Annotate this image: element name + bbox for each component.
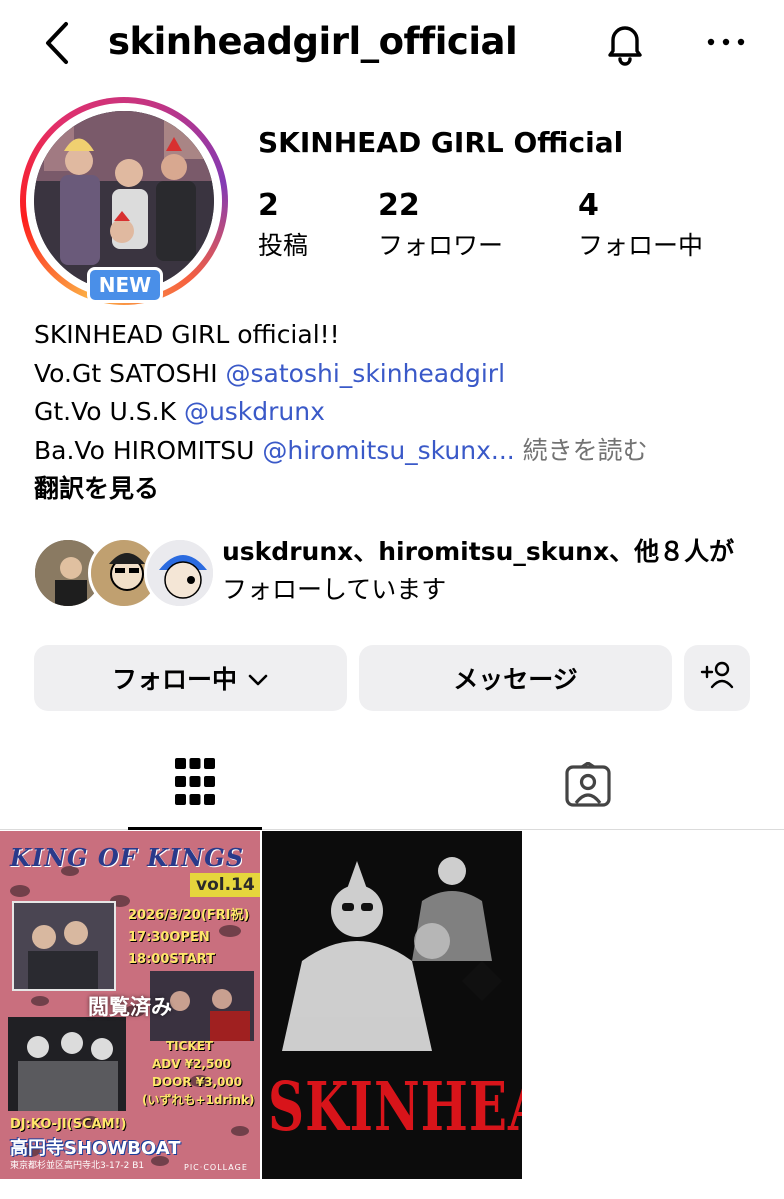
flyer-band-photo <box>12 901 116 991</box>
new-badge: NEW <box>87 267 163 303</box>
mutual-followers-avatars[interactable] <box>32 537 216 609</box>
mention-link[interactable]: @uskdrunx <box>184 397 325 426</box>
back-arrow-icon[interactable] <box>38 18 78 68</box>
post-flyer-title: KING OF KINGS <box>10 843 245 872</box>
see-translation-link[interactable]: 翻訳を見る <box>34 470 764 509</box>
mutual-followers-names: uskdrunx、hiromitsu_skunx、他８人が <box>222 537 735 566</box>
mention-link[interactable]: @hiromitsu_skunx... <box>262 436 514 465</box>
post-thumbnail[interactable]: KING OF KINGS vol.14 2026/3/20(FRI祝) 17:… <box>0 831 260 1179</box>
profile-header: skinheadgirl_official <box>0 0 784 90</box>
bio-line: SKINHEAD GIRL official!! <box>34 320 340 349</box>
add-person-icon <box>700 660 734 696</box>
flyer-ticket-info: TICKET ADV ¥2,500 DOOR ¥3,000 (いずれも+1dri… <box>142 1039 255 1107</box>
stat-followers-label: フォロワー <box>378 231 504 260</box>
chevron-down-icon <box>247 664 269 693</box>
tab-tagged[interactable] <box>520 740 654 830</box>
flyer-credit: PIC·COLLAGE <box>184 1163 248 1172</box>
flyer-address: 東京都杉並区高円寺北3-17-2 B1 <box>10 1161 145 1171</box>
stat-following[interactable]: 4 フォロー中 <box>578 188 703 262</box>
stat-posts[interactable]: 2 投稿 <box>258 188 308 262</box>
post-flyer-vol: vol.14 <box>190 873 260 897</box>
suggested-users-button[interactable] <box>684 645 750 711</box>
stat-posts-label: 投稿 <box>258 231 309 260</box>
bio-line: Vo.Gt SATOSHI @satoshi_skinheadgirl <box>34 358 506 388</box>
following-button-label: フォロー中 <box>111 665 237 694</box>
flyer-band-photo <box>8 1017 126 1111</box>
display-name: SKINHEAD GIRL Official <box>258 126 624 159</box>
grid-icon <box>175 758 215 810</box>
message-button[interactable]: メッセージ <box>359 645 672 711</box>
flyer-dj: DJ:KO-JI(SCAM!) <box>10 1117 127 1132</box>
flyer-venue: 高円寺SHOWBOAT <box>10 1138 181 1159</box>
more-options-icon[interactable] <box>704 32 748 52</box>
avatar-image <box>34 111 214 291</box>
profile-avatar[interactable]: NEW <box>20 97 228 305</box>
stat-following-count: 4 <box>578 188 599 223</box>
stat-posts-count: 2 <box>258 188 279 223</box>
mutual-followers-suffix: フォローしています <box>222 575 447 604</box>
post-thumbnail[interactable]: SKINHEAD <box>262 831 522 1179</box>
mutual-followers-text[interactable]: uskdrunx、hiromitsu_skunx、他８人が フォローしています <box>222 533 762 609</box>
stat-followers-count: 22 <box>378 188 420 223</box>
message-button-label: メッセージ <box>453 665 578 694</box>
bio-line: Gt.Vo U.S.K @uskdrunx <box>34 397 325 426</box>
tab-posts-grid[interactable] <box>128 740 262 830</box>
header-username: skinheadgirl_official <box>108 20 518 63</box>
tagged-person-icon <box>565 761 611 812</box>
profile-bio: SKINHEAD GIRL official!! Vo.Gt SATOSHI @… <box>34 316 764 509</box>
mention-link[interactable]: @satoshi_skinheadgirl <box>226 359 506 388</box>
bell-icon[interactable] <box>600 18 650 68</box>
avatar <box>144 537 216 609</box>
read-more-link[interactable]: 続きを読む <box>523 436 648 465</box>
seen-label: 閲覧済み <box>88 995 172 1019</box>
following-button[interactable]: フォロー中 <box>34 645 347 711</box>
stat-following-label: フォロー中 <box>578 231 704 260</box>
post-title-text: SKINHEAD <box>268 1066 522 1147</box>
profile-tabs <box>0 740 784 830</box>
flyer-date-info: 2026/3/20(FRI祝) 17:30OPEN 18:00START <box>128 908 250 967</box>
bio-line: Ba.Vo HIROMITSU @hiromitsu_skunx... 続きを読… <box>34 435 648 465</box>
stat-followers[interactable]: 22 フォロワー <box>378 188 503 262</box>
